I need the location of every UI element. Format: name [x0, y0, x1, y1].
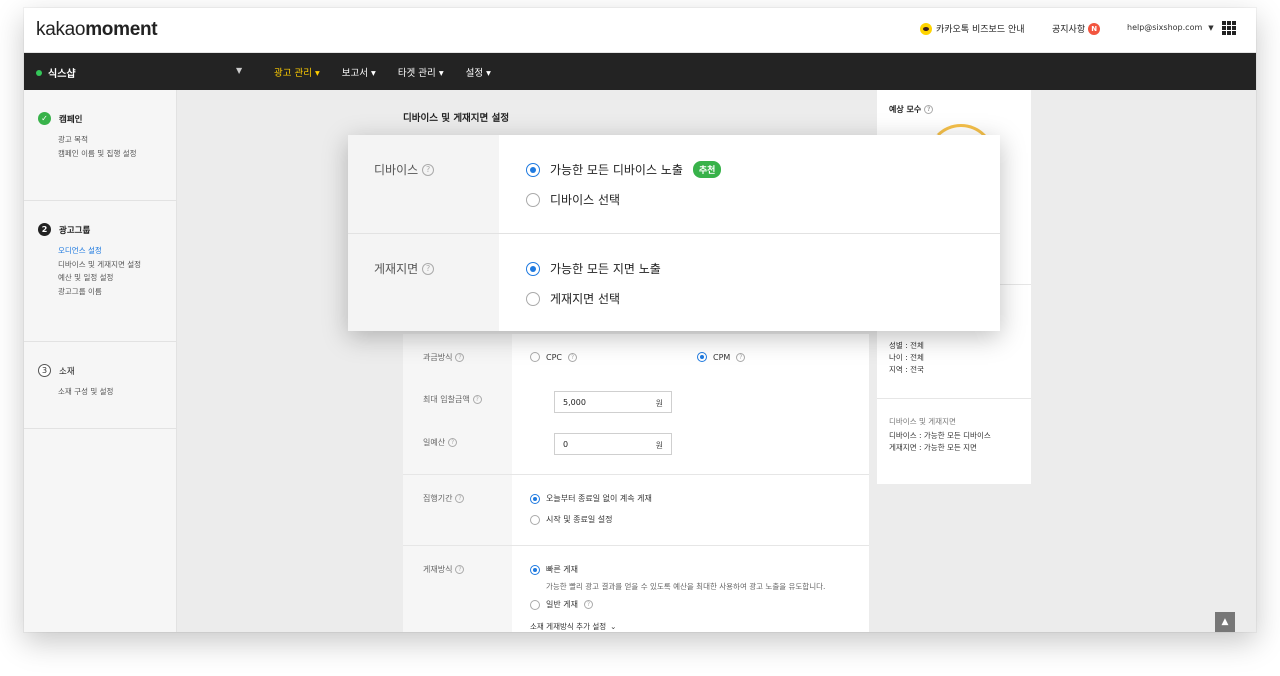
step-sidebar: ✓ 캠페인 광고 목적 캠페인 이름 및 집행 설정 2 광고그룹 오디언스 설… [24, 90, 177, 632]
help-icon[interactable]: ? [455, 494, 465, 503]
step-creative: 3 소재 소재 구성 및 설정 [24, 342, 176, 429]
daily-budget-label: 일예산? [423, 437, 458, 448]
estimate-title: 예상 모수? [889, 104, 934, 115]
chevron-down-icon: ⌄ [610, 622, 617, 631]
help-icon[interactable]: ? [583, 600, 593, 609]
app-grid-icon[interactable] [1222, 21, 1236, 35]
radio-icon [530, 514, 540, 525]
chevron-up-icon: ▲ [1221, 617, 1229, 627]
nav-report[interactable]: 보고서 ▾ [342, 65, 376, 79]
period-continuous-radio[interactable]: 오늘부터 종료일 없이 계속 게재 [530, 493, 652, 504]
help-icon[interactable]: ? [924, 105, 934, 114]
radio-icon [526, 192, 540, 207]
help-icon[interactable]: ? [472, 395, 482, 404]
step-title[interactable]: 캠페인 [59, 113, 82, 125]
radio-selected-icon [530, 493, 540, 504]
kakao-moment-logo[interactable]: kakaomoment [36, 19, 158, 41]
recommend-badge: 추천 [692, 161, 722, 178]
shop-selector[interactable]: 식스샵 [36, 65, 76, 80]
delivery-normal-radio[interactable]: 일반 게재? [530, 599, 593, 610]
help-icon[interactable]: ? [455, 565, 465, 574]
device-summary-title: 디바이스 및 게재지면 [889, 417, 956, 426]
sidebar-item-creative-config[interactable]: 소재 구성 및 설정 [58, 385, 176, 399]
sidebar-item-budget-schedule[interactable]: 예산 및 일정 설정 [58, 271, 176, 285]
step-adgroup: 2 광고그룹 오디언스 설정 디바이스 및 게재지면 설정 예산 및 일정 설정… [24, 201, 176, 342]
help-icon[interactable]: ? [448, 438, 458, 447]
billing-label: 과금방식? [423, 352, 465, 363]
help-icon[interactable]: ? [736, 352, 746, 362]
logo-light-text: kakao [36, 19, 86, 40]
placement-select-radio[interactable]: 게재지면 선택 [526, 290, 620, 307]
caret-down-icon: ▼ [1208, 23, 1214, 32]
period-date-range-radio[interactable]: 시작 및 종료일 설정 [530, 514, 613, 525]
notice-link[interactable]: 공지사항 N [1052, 22, 1101, 35]
step-number-icon: 2 [38, 223, 51, 236]
device-summary: 디바이스 : 가능한 모든 디바이스 게재지면 : 가능한 모든 지면 [889, 431, 991, 452]
help-icon[interactable]: ? [455, 353, 465, 362]
max-bid-label: 최대 입찰금액? [423, 394, 482, 405]
notice-label: 공지사항 [1052, 25, 1086, 35]
bizboard-guide-label: 카카오톡 비즈보드 안내 [936, 25, 1025, 35]
nav-ad-management[interactable]: 광고 관리 ▾ [274, 65, 320, 79]
placement-label: 게재지면? [374, 260, 435, 277]
help-icon[interactable]: ? [422, 262, 435, 275]
sidebar-item-device-placement[interactable]: 디바이스 및 게재지면 설정 [58, 258, 176, 272]
shop-caret-icon[interactable]: ▼ [236, 66, 242, 75]
radio-selected-icon [530, 564, 540, 575]
sidebar-item-audience[interactable]: 오디언스 설정 [58, 244, 176, 258]
help-icon[interactable]: ? [422, 163, 435, 176]
step-title[interactable]: 광고그룹 [59, 224, 90, 236]
form-label-column [403, 334, 512, 632]
delivery-label: 게재방식? [423, 564, 465, 575]
scroll-to-top-button[interactable]: ▲ [1215, 612, 1235, 632]
device-select-radio[interactable]: 디바이스 선택 [526, 191, 620, 208]
help-icon[interactable]: ? [568, 352, 577, 362]
radio-icon [530, 599, 540, 610]
step-number-icon: 3 [38, 364, 51, 377]
radio-selected-icon [697, 352, 707, 362]
status-dot-icon [36, 69, 42, 76]
step-campaign: ✓ 캠페인 광고 목적 캠페인 이름 및 집행 설정 [24, 90, 176, 201]
daily-budget-input[interactable]: 0원 [554, 433, 672, 455]
audience-summary: 성별 : 전체 나이 : 전체 지역 : 전국 [889, 341, 924, 374]
bizboard-guide-link[interactable]: 카카오톡 비즈보드 안내 [920, 22, 1025, 35]
radio-icon [530, 352, 540, 362]
divider [403, 545, 869, 546]
account-menu[interactable]: help@sixshop.com ▼ [1127, 23, 1214, 32]
period-label: 집행기간? [423, 493, 465, 504]
billing-cpm-radio[interactable]: CPM? [697, 352, 746, 362]
sidebar-item-adgroup-name[interactable]: 광고그룹 이름 [58, 285, 176, 299]
kakaotalk-icon [920, 22, 932, 35]
check-icon: ✓ [38, 112, 51, 125]
delivery-fast-radio[interactable]: 빠른 게재 [530, 564, 578, 575]
sidebar-item-ad-objective[interactable]: 광고 목적 [58, 133, 176, 147]
top-bar: kakaomoment 카카오톡 비즈보드 안내 공지사항 N help@six… [24, 8, 1256, 53]
new-badge: N [1088, 22, 1101, 35]
logo-bold-text: moment [85, 19, 158, 40]
radio-icon [526, 291, 540, 306]
device-all-radio[interactable]: 가능한 모든 디바이스 노출 추천 [526, 161, 722, 178]
device-label: 디바이스? [374, 161, 435, 178]
main-nav: 식스샵 ▼ 광고 관리 ▾ 보고서 ▾ 타겟 관리 ▾ 설정 ▾ [24, 53, 1256, 90]
delivery-more-settings-toggle[interactable]: 소재 게재방식 추가 설정 ⌄ [530, 621, 616, 632]
sidebar-item-campaign-name[interactable]: 캠페인 이름 및 집행 설정 [58, 147, 176, 161]
placement-all-radio[interactable]: 가능한 모든 지면 노출 [526, 260, 661, 277]
nav-settings[interactable]: 설정 ▾ [466, 65, 491, 79]
divider [348, 233, 1000, 234]
divider [403, 474, 869, 475]
device-placement-popup: 디바이스? 가능한 모든 디바이스 노출 추천 디바이스 선택 게재지면? 가능한… [348, 135, 1000, 331]
account-email: help@sixshop.com [1127, 23, 1203, 32]
nav-target-management[interactable]: 타겟 관리 ▾ [398, 65, 444, 79]
shop-name: 식스샵 [48, 69, 76, 80]
radio-selected-icon [526, 261, 540, 276]
max-bid-input[interactable]: 5,000 원 [554, 391, 672, 413]
delivery-fast-description: 가능한 빨리 광고 결과를 얻을 수 있도록 예산을 최대한 사용하여 광고 노… [546, 582, 826, 591]
divider [877, 398, 1031, 399]
billing-cpc-radio[interactable]: CPC? [530, 352, 577, 362]
step-title[interactable]: 소재 [59, 365, 75, 377]
nav-menu: 광고 관리 ▾ 보고서 ▾ 타겟 관리 ▾ 설정 ▾ [274, 65, 513, 79]
page-title: 디바이스 및 게재지면 설정 [403, 113, 510, 124]
radio-selected-icon [526, 162, 540, 177]
